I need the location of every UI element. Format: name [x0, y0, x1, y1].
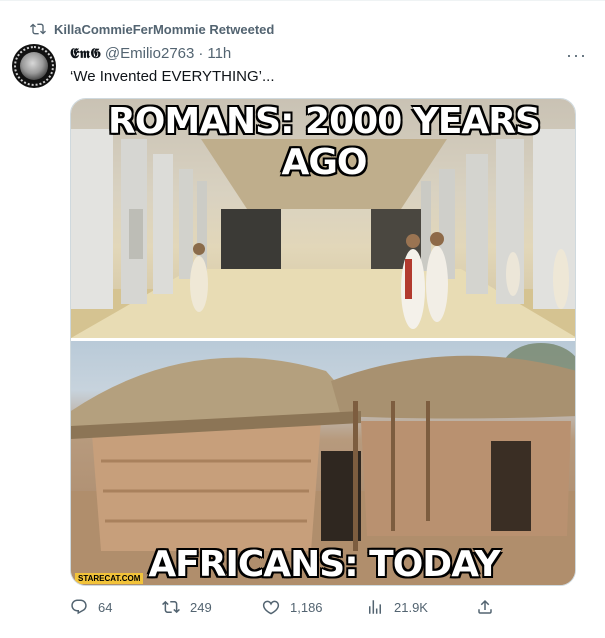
tweet-media[interactable]: ROMANS: 2000 YEARS AGO AFRICANS: TODAY S… — [70, 98, 576, 586]
views-button[interactable]: 21.9K — [366, 598, 428, 616]
share-button[interactable] — [476, 598, 494, 616]
avatar[interactable] — [12, 44, 56, 88]
views-count: 21.9K — [394, 599, 428, 615]
like-count: 1,186 — [290, 599, 323, 615]
meme-bottom-panel: AFRICANS: TODAY STARECAT.COM — [71, 341, 575, 585]
reply-icon — [71, 599, 87, 615]
meme-bottom-caption: AFRICANS: TODAY — [148, 544, 500, 585]
tweet[interactable]: KillaCommieFerMommie Retweeted 𝕰𝖒𝕲 @Emil… — [0, 0, 605, 638]
avatar-face — [20, 52, 48, 80]
meme-top-panel: ROMANS: 2000 YEARS AGO — [71, 99, 575, 338]
like-button[interactable]: 1,186 — [262, 598, 323, 616]
retweet-icon — [30, 23, 46, 35]
meme-top-caption: ROMANS: 2000 YEARS AGO — [108, 101, 541, 183]
retweet-count: 249 — [190, 599, 212, 615]
views-icon — [369, 600, 381, 614]
share-icon — [478, 599, 492, 614]
timestamp[interactable]: 11h — [207, 45, 231, 62]
tweet-actions: 64 249 1,186 21.9K — [70, 598, 500, 618]
watermark: STARECAT.COM — [75, 573, 144, 584]
reply-button[interactable]: 64 — [70, 598, 112, 616]
more-icon[interactable]: ··· — [566, 45, 587, 66]
handle[interactable]: @Emilio2763 — [105, 45, 194, 62]
display-name[interactable]: 𝕰𝖒𝕲 — [70, 46, 101, 62]
retweet-banner-text[interactable]: KillaCommieFerMommie Retweeted — [54, 22, 274, 37]
separator: · — [198, 45, 204, 62]
retweet-action-icon — [162, 600, 180, 614]
like-icon — [262, 600, 280, 615]
tweet-header: 𝕰𝖒𝕲 @Emilio2763 · 11h — [70, 45, 231, 62]
tweet-text: ‘We Invented EVERYTHING’... — [70, 68, 275, 85]
reply-count: 64 — [98, 599, 113, 615]
retweet-banner: KillaCommieFerMommie Retweeted — [30, 21, 274, 37]
retweet-button[interactable]: 249 — [162, 598, 212, 616]
